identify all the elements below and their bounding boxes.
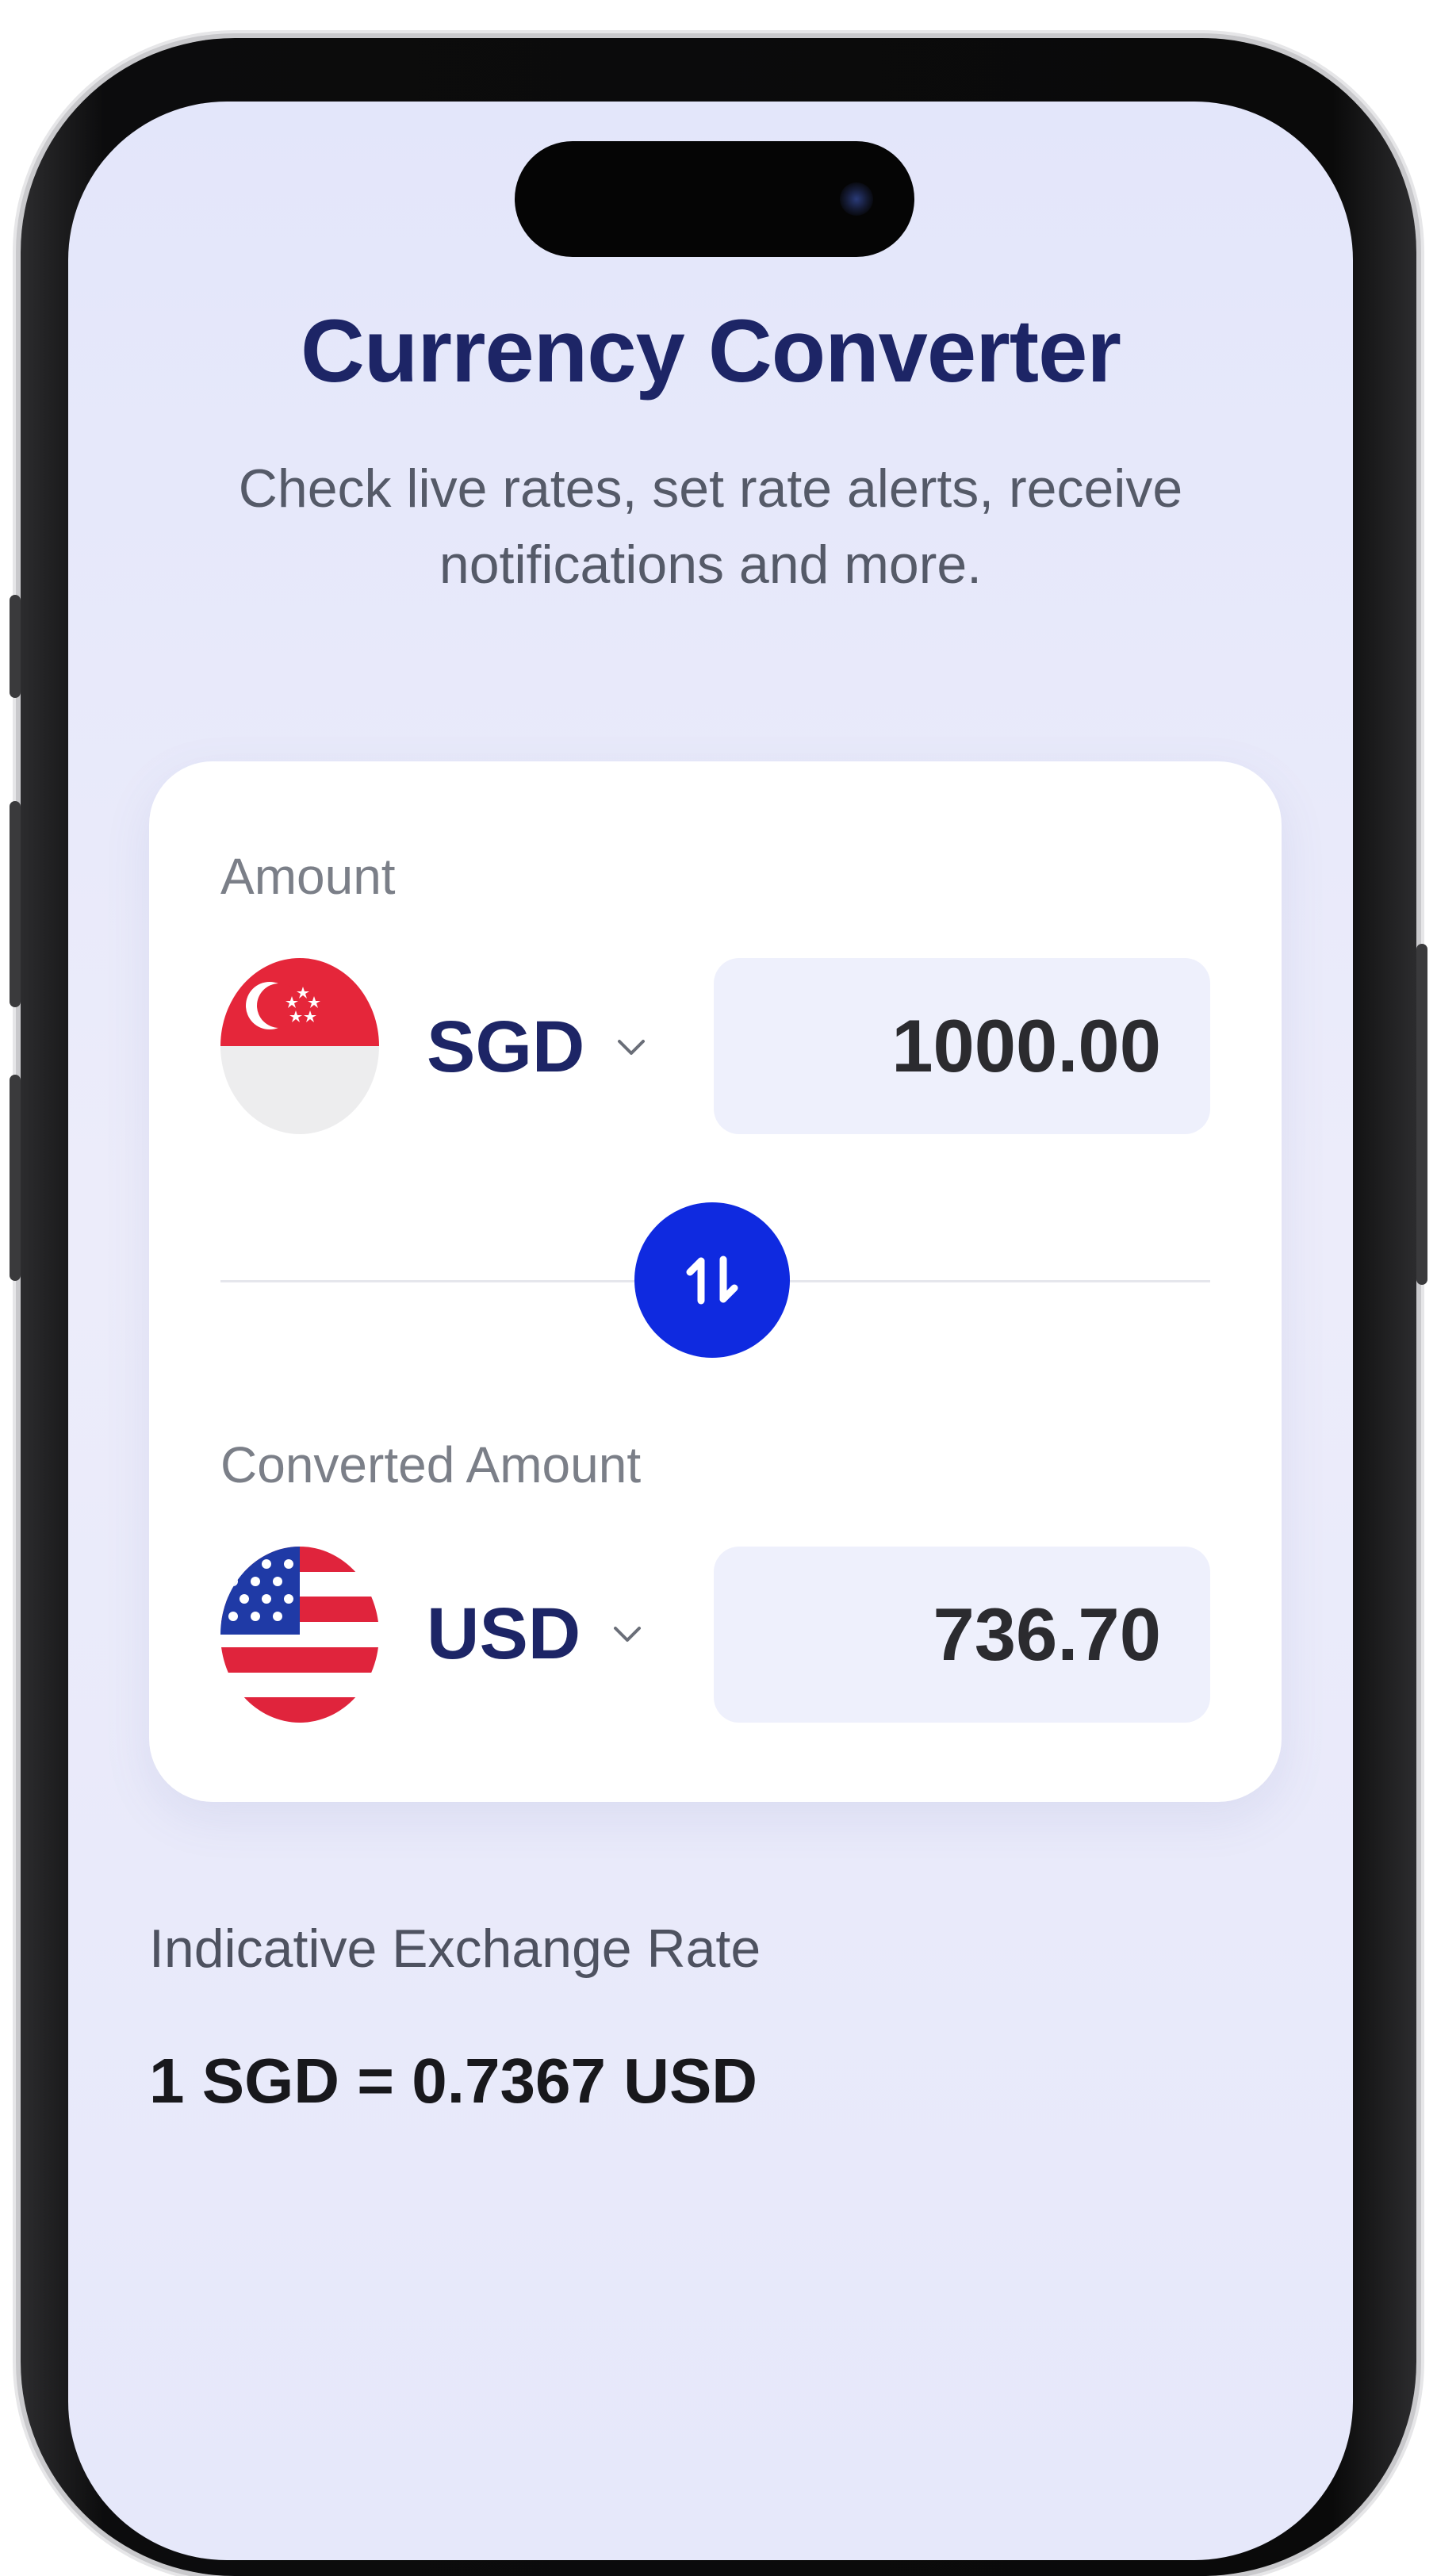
converter-card: Amount SGD 1000.00 Converted Amount USD … xyxy=(149,761,1282,1802)
amount-input[interactable]: 1000.00 xyxy=(714,958,1210,1134)
singapore-flag-icon xyxy=(220,958,379,1134)
volume-up-button xyxy=(10,801,21,1007)
chevron-down-icon xyxy=(613,1029,650,1065)
swap-vertical-icon xyxy=(674,1242,750,1318)
volume-down-button xyxy=(10,1075,21,1281)
to-currency-code: USD xyxy=(427,1593,581,1674)
camera-icon xyxy=(840,182,873,216)
from-currency-code: SGD xyxy=(427,1006,585,1087)
dynamic-island xyxy=(515,141,914,257)
page-title: Currency Converter xyxy=(301,301,1121,401)
app-screen: Currency Converter Check live rates, set… xyxy=(68,102,1353,2560)
exchange-rate-label: Indicative Exchange Rate xyxy=(149,1919,761,1979)
page-subtitle: Check live rates, set rate alerts, recei… xyxy=(238,458,1183,595)
power-button xyxy=(1416,944,1427,1285)
converted-amount-field[interactable]: 736.70 xyxy=(714,1547,1210,1723)
converted-amount-label: Converted Amount xyxy=(220,1436,642,1493)
to-currency-select[interactable]: USD xyxy=(427,1578,646,1689)
action-button xyxy=(10,595,21,698)
swap-currencies-button[interactable] xyxy=(634,1202,790,1358)
amount-label: Amount xyxy=(220,848,396,905)
exchange-rate-value: 1 SGD = 0.7367 USD xyxy=(149,2045,758,2116)
united-states-flag-icon xyxy=(220,1547,379,1723)
chevron-down-icon xyxy=(609,1616,646,1652)
from-currency-select[interactable]: SGD xyxy=(427,991,650,1102)
